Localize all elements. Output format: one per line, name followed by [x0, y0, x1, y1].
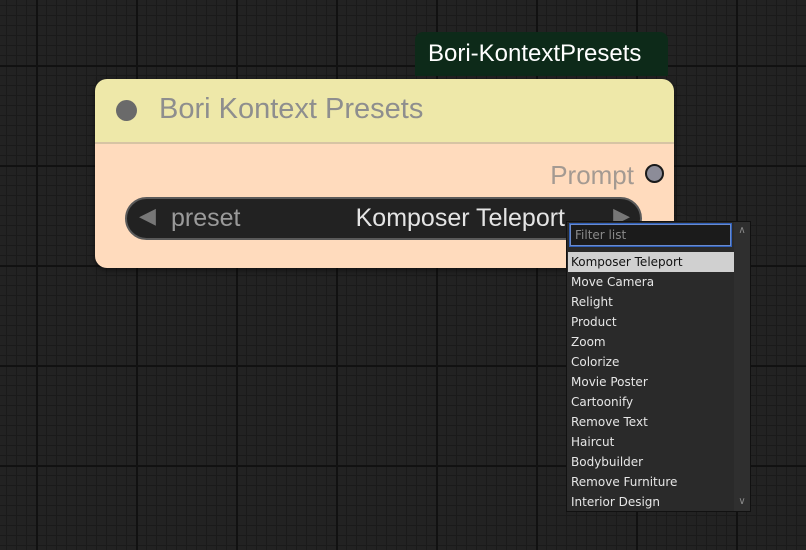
- dropdown-item[interactable]: Remove Furniture: [568, 472, 734, 492]
- preset-dropdown-menu[interactable]: Komposer TeleportMove CameraRelightProdu…: [566, 221, 751, 512]
- dropdown-item[interactable]: Move Camera: [568, 272, 734, 292]
- filter-list-input[interactable]: [569, 223, 732, 247]
- output-label-prompt: Prompt: [550, 160, 634, 190]
- dropdown-item[interactable]: Relight: [568, 292, 734, 312]
- dropdown-item[interactable]: Interior Design: [568, 492, 734, 512]
- node-type-badge: Bori-KontextPresets: [415, 32, 668, 76]
- dropdown-item[interactable]: Remove Text: [568, 412, 734, 432]
- scroll-up-icon[interactable]: ∧: [734, 224, 750, 238]
- dropdown-item[interactable]: Cartoonify: [568, 392, 734, 412]
- scroll-down-icon[interactable]: ∨: [734, 495, 750, 509]
- dropdown-item[interactable]: Movie Poster: [568, 372, 734, 392]
- dropdown-item[interactable]: Komposer Teleport: [568, 252, 734, 272]
- dropdown-item[interactable]: Haircut: [568, 432, 734, 452]
- output-slot-icon[interactable]: [645, 164, 664, 183]
- dropdown-item[interactable]: Product: [568, 312, 734, 332]
- combo-left-arrow-icon[interactable]: ◀: [139, 203, 156, 229]
- node-title: Bori Kontext Presets: [159, 93, 424, 125]
- dropdown-scrollbar[interactable]: ∧ ∨: [734, 222, 750, 511]
- combo-value: Komposer Teleport: [355, 204, 565, 232]
- dropdown-list: Komposer Teleport Move Camera Relight Produ…: [568, 252, 734, 512]
- combo-name: preset: [171, 204, 241, 232]
- node-header[interactable]: Bori Kontext Presets: [95, 79, 674, 144]
- collapse-dot-icon[interactable]: [116, 100, 137, 121]
- dropdown-item[interactable]: Zoom: [568, 332, 734, 352]
- dropdown-item[interactable]: Colorize: [568, 352, 734, 372]
- preset-combo-widget[interactable]: ◀ preset Komposer Teleport ▶: [125, 197, 642, 240]
- dropdown-item[interactable]: Bodybuilder: [568, 452, 734, 472]
